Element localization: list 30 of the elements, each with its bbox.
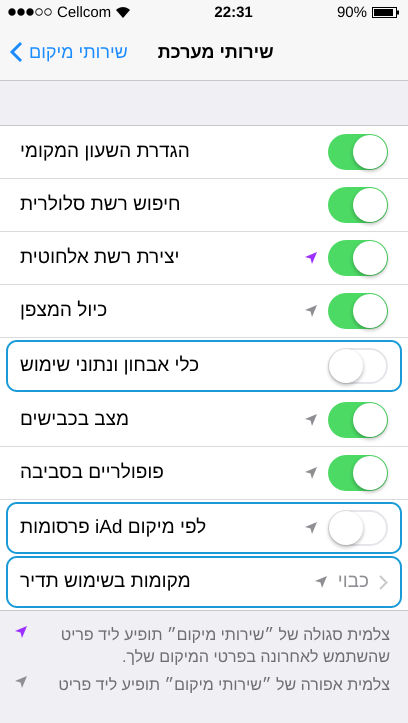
- wifi-icon: [116, 6, 130, 18]
- setting-label: הגדרת השעון המקומי: [20, 141, 191, 163]
- toggle-switch[interactable]: [328, 240, 388, 276]
- back-chevron-icon: [10, 41, 23, 63]
- toggle-switch[interactable]: [328, 455, 388, 491]
- setting-label: פופולריים בסביבה: [20, 462, 165, 484]
- toggle-switch[interactable]: [328, 510, 388, 546]
- chevron-icon: [379, 574, 388, 590]
- setting-value: כבוי: [338, 571, 369, 593]
- toggle-switch[interactable]: [328, 134, 388, 170]
- setting-label: כלי אבחון ונתוני שימוש: [20, 355, 200, 377]
- screen-title: שירותי מערכת: [158, 42, 274, 62]
- battery-percent: 90%: [336, 4, 367, 20]
- toggle-switch[interactable]: [328, 187, 388, 223]
- toggle-switch[interactable]: [328, 293, 388, 329]
- toggle-switch[interactable]: [328, 348, 388, 384]
- back-button[interactable]: שירותי מיקום: [10, 41, 128, 63]
- footnote-text: צלמית אפורה של ״שירותי מיקום״ תופיע ליד פריט: [57, 676, 390, 696]
- setting-label: חיפוש רשת סלולרית: [20, 194, 182, 216]
- carrier-name: Cellcom: [57, 4, 112, 20]
- footnote-text: צלמית סגולה של ״שירותי מיקום״ תופיע ליד פריט שהשתמש לאחרונה בפרטי המיקום שלך.: [60, 626, 390, 668]
- setting-label: מצב בכבישים: [20, 409, 130, 431]
- toggle-switch[interactable]: [328, 402, 388, 438]
- setting-label: פרסומות iAd לפי מיקום: [20, 517, 208, 539]
- setting-label: יצירת רשת אלחוטית: [20, 247, 180, 269]
- signal-icon: [8, 8, 52, 16]
- setting-label: כיול המצפן: [20, 300, 108, 322]
- setting-label: מקומות בשימוש תדיר: [20, 571, 192, 593]
- battery-icon: [372, 6, 400, 18]
- clock-time: 22:31: [214, 4, 253, 20]
